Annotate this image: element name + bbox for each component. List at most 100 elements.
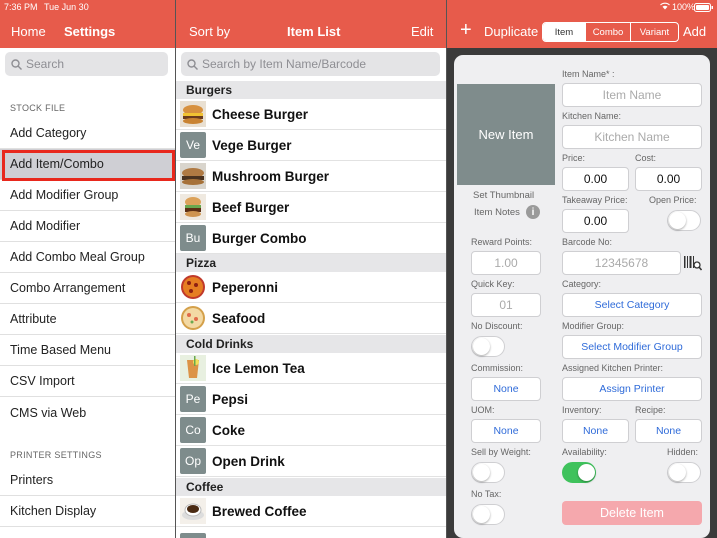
menu-printers[interactable]: Printers (0, 465, 175, 496)
group-header-cold-drinks: Cold Drinks (176, 335, 446, 353)
item-list-title: Item List (287, 24, 341, 39)
item-name-label: Item Name* : (562, 69, 615, 79)
quick-key-input[interactable]: 01 (471, 293, 541, 317)
menu-combo-arrangement[interactable]: Combo Arrangement (0, 273, 175, 304)
item-row[interactable]: Mushroom Burger (176, 161, 446, 192)
category-label: Category: (562, 279, 602, 289)
menu-time-based-menu[interactable]: Time Based Menu (0, 335, 175, 366)
item-row[interactable]: Co Coke (176, 415, 446, 446)
hidden-toggle[interactable] (667, 462, 701, 483)
cost-input[interactable]: 0.00 (635, 167, 702, 191)
item-name: Mushroom Burger (212, 168, 330, 184)
search-placeholder: Search (26, 57, 65, 71)
item-row[interactable]: Ice Lemon Tea (176, 353, 446, 384)
menu-add-combo-meal-group[interactable]: Add Combo Meal Group (0, 242, 175, 273)
menu-kitchen-display[interactable]: Kitchen Display (0, 496, 175, 527)
burger-photo-icon (180, 101, 206, 127)
item-name: Beef Burger (212, 199, 290, 215)
item-name: Open Drink (212, 453, 285, 469)
item-row[interactable]: Brewed Coffee (176, 496, 446, 527)
item-type-segmented-control: Item Combo Variant (542, 22, 679, 42)
sell-by-weight-label: Sell by Weight: (471, 447, 531, 457)
item-notes-label[interactable]: Item Notes (474, 207, 520, 218)
reward-points-input[interactable]: 1.00 (471, 251, 541, 275)
item-name: Pepsi (212, 391, 249, 407)
home-button[interactable]: Home (11, 24, 46, 39)
barcode-input[interactable]: 12345678 (562, 251, 681, 275)
item-row[interactable]: Op Open Drink (176, 446, 446, 477)
price-input[interactable]: 0.00 (562, 167, 629, 191)
menu-cms-via-web[interactable]: CMS via Web (0, 397, 175, 428)
item-search-input[interactable]: Search by Item Name/Barcode (181, 52, 440, 76)
selection-highlight-box (2, 150, 175, 181)
item-initials-thumb: Co (180, 417, 206, 443)
wifi-icon (660, 2, 670, 12)
item-name: Ice Lemon Tea (212, 360, 305, 376)
item-row[interactable]: Bu Burger Combo (176, 223, 446, 254)
info-icon[interactable]: i (526, 205, 540, 219)
inventory-button[interactable]: None (562, 419, 629, 443)
no-discount-toggle[interactable] (471, 336, 505, 357)
settings-title: Settings (64, 24, 116, 39)
takeaway-price-input[interactable]: 0.00 (562, 209, 629, 233)
item-initials-thumb: Bu (180, 225, 206, 251)
lemon-tea-photo-icon (180, 355, 206, 381)
item-initials-thumb: Pe (180, 386, 206, 412)
commission-button[interactable]: None (471, 377, 541, 401)
item-row[interactable]: Peperonni (176, 272, 446, 303)
item-name: Seafood (212, 310, 266, 326)
kitchen-printer-label: Assigned Kitchen Printer: (562, 363, 664, 373)
duplicate-button[interactable]: Duplicate (484, 24, 538, 39)
availability-toggle[interactable] (562, 462, 596, 483)
item-detail-panel: New Item Set Thumbnail Item Notes i Item… (447, 48, 717, 538)
settings-search-input[interactable]: Search (5, 52, 168, 76)
group-header-coffee: Coffee (176, 478, 446, 496)
item-row[interactable]: Pe Pepsi (176, 384, 446, 415)
item-name-input[interactable]: Item Name (562, 83, 702, 107)
top-header: 7:36 PM Tue Jun 30 100% Home Settings So… (0, 0, 717, 48)
no-tax-toggle[interactable] (471, 504, 505, 525)
recipe-button[interactable]: None (635, 419, 702, 443)
takeaway-price-label: Takeaway Price: (562, 195, 628, 205)
menu-csv-import[interactable]: CSV Import (0, 366, 175, 397)
select-category-button[interactable]: Select Category (562, 293, 702, 317)
menu-add-modifier-group[interactable]: Add Modifier Group (0, 180, 175, 211)
item-thumbnail[interactable]: New Item (457, 84, 555, 185)
edit-button[interactable]: Edit (411, 24, 433, 39)
item-name: Burger Combo (212, 230, 307, 246)
price-label: Price: (562, 153, 586, 163)
item-row[interactable]: Cheese Burger (176, 99, 446, 130)
commission-label: Commission: (471, 363, 524, 373)
menu-add-modifier[interactable]: Add Modifier (0, 211, 175, 242)
tab-variant[interactable]: Variant (631, 23, 678, 41)
sell-by-weight-toggle[interactable] (471, 462, 505, 483)
menu-attribute[interactable]: Attribute (0, 304, 175, 335)
item-name: Vege Burger (212, 137, 292, 153)
recipe-label: Recipe: (635, 405, 666, 415)
search-icon (11, 58, 22, 70)
add-button[interactable]: Add (683, 24, 706, 39)
plus-icon[interactable]: + (460, 19, 472, 42)
tab-combo[interactable]: Combo (586, 23, 631, 41)
item-row[interactable]: Seafood (176, 303, 446, 334)
group-header-burgers: Burgers (176, 81, 446, 99)
open-price-toggle[interactable] (667, 210, 701, 231)
item-row[interactable]: Beef Burger (176, 192, 446, 223)
item-name: Coke (212, 422, 246, 438)
uom-label: UOM: (471, 405, 495, 415)
item-row[interactable]: Ve Vege Burger (176, 130, 446, 161)
barcode-scan-icon[interactable] (684, 255, 703, 276)
delete-item-button[interactable]: Delete Item (562, 501, 702, 525)
item-initials-thumb: Ve (180, 132, 206, 158)
assign-printer-button[interactable]: Assign Printer (562, 377, 702, 401)
set-thumbnail-button[interactable]: Set Thumbnail (473, 190, 534, 201)
select-modifier-group-button[interactable]: Select Modifier Group (562, 335, 702, 359)
coffee-photo-icon (180, 498, 206, 524)
item-initials-thumb: Op (180, 448, 206, 474)
kitchen-name-input[interactable]: Kitchen Name (562, 125, 702, 149)
sort-by-button[interactable]: Sort by (189, 24, 230, 39)
tab-item[interactable]: Item (543, 23, 586, 41)
uom-button[interactable]: None (471, 419, 541, 443)
menu-add-category[interactable]: Add Category (0, 118, 175, 149)
availability-label: Availability: (562, 447, 607, 457)
